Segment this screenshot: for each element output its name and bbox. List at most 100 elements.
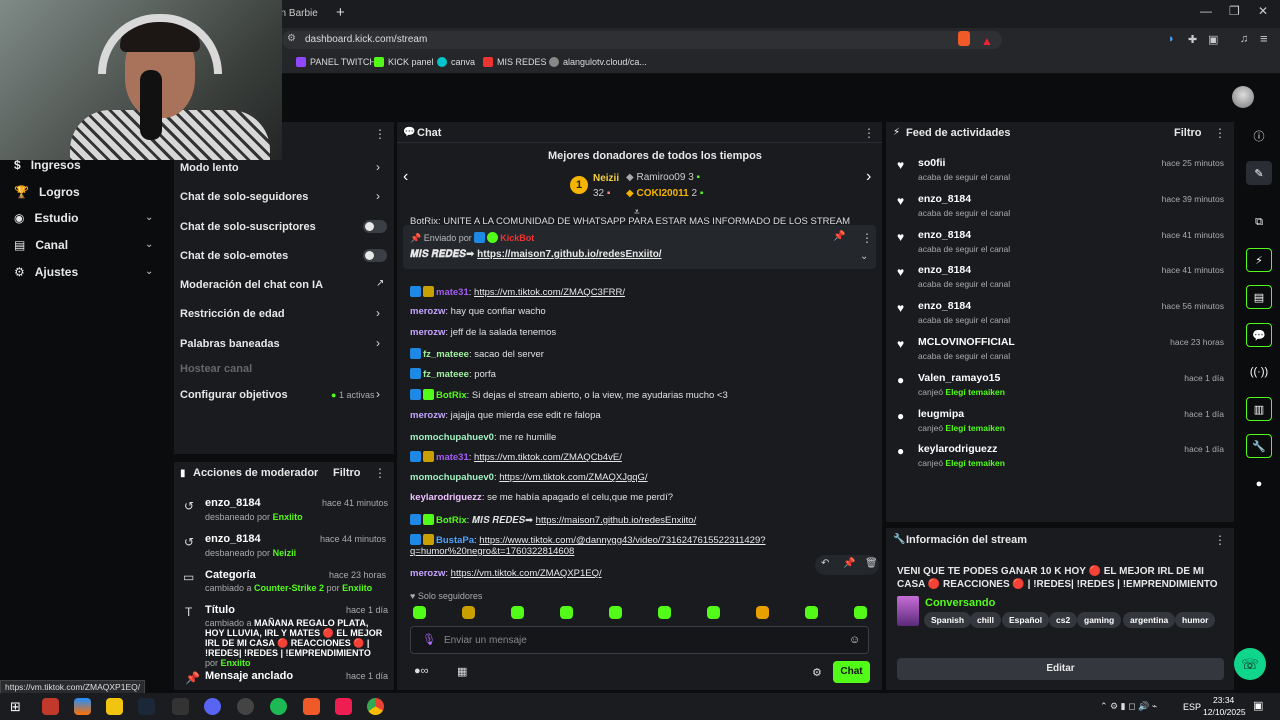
broadcast-icon[interactable]: ((·)) [1246,360,1272,384]
points-icon[interactable]: ●∞ [414,665,429,677]
windows-start-icon[interactable]: ⊞ [10,699,21,715]
brave-shield-icon[interactable] [958,31,970,46]
emote-icon[interactable] [560,606,573,619]
emote-icon[interactable] [854,606,867,619]
activity-username[interactable]: MCLOVINOFFICIAL [918,336,1015,348]
setting-ai-moderation[interactable]: Moderación del chat con IA [180,279,323,291]
file-explorer-icon[interactable] [106,698,123,715]
activity-filter-button[interactable]: Filtro [1174,127,1202,139]
more-options-icon[interactable]: ⋮ [374,466,386,480]
activity-username[interactable]: enzo_8184 [918,229,971,241]
edit-icon[interactable]: ✎ [1246,161,1272,185]
settings-icon[interactable]: ⚙ [812,666,822,679]
nav-item-estudio[interactable]: ◉ Estudio [14,211,78,225]
chat-username[interactable]: merozw [410,410,445,421]
brave-icon[interactable] [303,698,320,715]
more-options-icon[interactable]: ⋮ [374,127,386,141]
lightning-icon[interactable]: ⚡ [1246,248,1272,272]
emote-icon[interactable] [756,606,769,619]
stream-tag[interactable]: chill [970,612,1002,628]
chat-username[interactable]: momochupahuev0 [410,432,494,443]
close-icon[interactable]: ✕ [1258,4,1268,18]
points-icon[interactable]: ● [1246,472,1272,496]
copilot-icon[interactable] [74,698,91,715]
chevron-down-icon[interactable]: ⌄ [860,251,868,262]
nav-item-ingresos[interactable]: $ Ingresos [14,158,81,172]
store-icon[interactable]: ▦ [457,665,467,678]
spotify-icon[interactable] [270,698,287,715]
bookmark-canva[interactable]: canva [437,57,475,67]
chevron-right-icon[interactable]: › [376,336,380,350]
setting-followers-only[interactable]: Chat de solo-seguidores [180,191,308,203]
chevron-down-icon[interactable]: ⌄ [145,266,153,277]
chevron-right-icon[interactable]: › [376,189,380,203]
notifications-icon[interactable]: ▣ [1253,699,1263,712]
chevron-right-icon[interactable]: › [376,306,380,320]
mod-actions-icon[interactable]: ▥ [1246,397,1272,421]
site-info-icon[interactable]: ⚙ [287,33,296,44]
emoji-icon[interactable]: ☺ [849,634,860,646]
setting-age-restriction[interactable]: Restricción de edad [180,308,285,320]
tiktok-icon[interactable] [335,698,352,715]
microphone-icon[interactable]: 🎙 [422,633,436,646]
chat-link[interactable]: https://vm.tiktok.com/ZMAQXP1EQ/ [451,568,602,579]
bookmark-panel-twitch[interactable]: PANEL TWITCH [296,57,376,67]
emote-icon[interactable] [511,606,524,619]
chevron-down-icon[interactable]: ⌄ [145,212,153,223]
mod-filter-button[interactable]: Filtro [333,467,361,479]
more-options-icon[interactable]: ⋮ [861,231,873,245]
chevron-right-icon[interactable]: › [376,160,380,174]
chrome-icon[interactable] [367,698,384,715]
activity-username[interactable]: enzo_8184 [918,264,971,276]
reply-icon[interactable]: ↶ [821,558,829,569]
activity-username[interactable]: Valen_ramayo15 [918,372,1000,384]
stream-tag[interactable]: argentina [1123,612,1176,628]
chat-username[interactable]: merozw [410,327,445,338]
chat-username[interactable]: mate31 [436,452,469,463]
emote-icon[interactable] [609,606,622,619]
stream-tag[interactable]: gaming [1077,612,1122,628]
chat-username[interactable]: mate31 [436,287,469,298]
chat-username[interactable]: momochupahuev0 [410,472,494,483]
stream-tag[interactable]: cs2 [1049,612,1078,628]
emote-icon[interactable] [805,606,818,619]
emote-icon[interactable] [658,606,671,619]
delete-icon[interactable]: 🗑 [865,558,878,569]
chat-link[interactable]: q=humor%20negro&t=1760322814608 [410,546,574,557]
nav-item-canal[interactable]: ▤ Canal [14,238,68,252]
more-options-icon[interactable]: ⋮ [1214,126,1226,140]
emote-icon[interactable] [707,606,720,619]
avatar[interactable] [1232,86,1254,108]
document-icon[interactable]: ▤ [1246,285,1272,309]
chat-username[interactable]: keylarodriguezz [410,492,482,503]
stream-tag[interactable]: humor [1175,612,1216,628]
emote-icon[interactable] [413,606,426,619]
maximize-icon[interactable]: ❐ [1229,4,1240,18]
chat-username[interactable]: BotRix [436,515,467,526]
chevron-left-icon[interactable]: ‹ [403,168,408,186]
extension-icon[interactable]: ◗ [1168,33,1175,45]
help-chat-icon[interactable]: ☏ [1234,648,1266,680]
chat-username[interactable]: merozw [410,568,445,579]
external-link-icon[interactable]: ↗ [376,278,384,289]
chevron-right-icon[interactable]: › [376,387,380,401]
chat-username[interactable]: BustaPa [436,535,474,546]
stream-tag[interactable]: Español [1002,612,1050,628]
extensions-puzzle-icon[interactable]: ✚ [1188,33,1197,46]
activity-username[interactable]: enzo_8184 [918,300,971,312]
stream-tag[interactable]: Spanish [924,612,972,628]
setting-goals[interactable]: Configurar objetivos [180,389,288,401]
send-chat-button[interactable]: Chat [833,661,870,683]
new-tab-icon[interactable]: + [336,4,345,21]
chat-link[interactable]: https://www.tiktok.com/@dannygg43/video/… [479,535,765,546]
bookmark-mis-redes[interactable]: MIS REDES [483,57,547,67]
subscribers-only-toggle[interactable] [363,220,387,233]
nav-item-logros[interactable]: 🏆 Logros [14,185,80,199]
chat-username[interactable]: fz_mateee [423,369,469,380]
menu-icon[interactable]: ≡ [1260,31,1268,46]
chat-link[interactable]: https://vm.tiktok.com/ZMAQC3FRR/ [474,287,625,298]
chat-username[interactable]: fz_mateee [423,349,469,360]
chat-link[interactable]: https://vm.tiktok.com/ZMAQCb4vE/ [474,452,622,463]
activity-username[interactable]: so0fii [918,157,945,169]
sidebar-icon[interactable]: ▣ [1208,33,1218,46]
